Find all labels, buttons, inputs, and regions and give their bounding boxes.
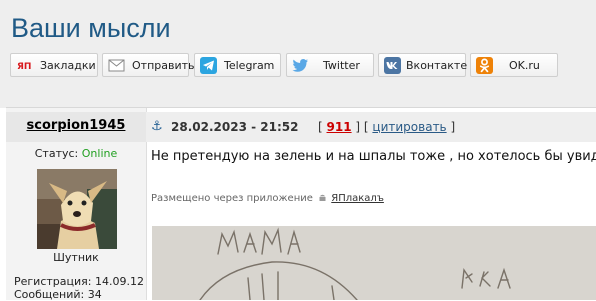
post-text: Не претендую на зелень и на шпалы тоже ,… (151, 149, 596, 164)
post-date: 28.02.2023 - 21:52 (171, 120, 299, 134)
bracket: ] (450, 120, 456, 134)
share-vk-button[interactable]: Вконтакте (378, 53, 468, 77)
bracket: ] [ (355, 120, 369, 134)
share-label: Отправить (132, 58, 195, 72)
share-label: Twitter (323, 58, 360, 72)
vk-icon (384, 56, 401, 74)
author-username-link[interactable]: scorpion1945 (6, 118, 146, 133)
share-send-button[interactable]: Отправить (102, 53, 195, 77)
share-label: Вконтакте (406, 58, 468, 72)
via-prefix: Размещено через приложение (151, 193, 313, 204)
telegram-icon (200, 56, 217, 74)
share-telegram-button[interactable]: Telegram (194, 53, 281, 77)
author-status: Статус: Online (6, 147, 146, 160)
share-label: Закладки (40, 58, 96, 72)
ok-icon (476, 56, 493, 74)
rating-value-link[interactable]: 911 (327, 120, 352, 134)
yap-bookmark-icon: ЯП (16, 57, 33, 74)
post-image[interactable] (152, 226, 596, 300)
status-label: Статус: (34, 147, 79, 160)
registration-date: Регистрация: 14.09.12 (14, 275, 144, 288)
status-online: Online (81, 147, 118, 160)
anchor-icon[interactable]: ⚓ (151, 119, 163, 134)
post-rating-bar: [ 911 ] [ цитировать ] (318, 120, 455, 134)
avatar[interactable] (37, 169, 117, 249)
quote-link[interactable]: цитировать (372, 120, 446, 134)
app-link[interactable]: ЯПлакалъ (331, 193, 384, 204)
share-label: Telegram (224, 58, 275, 72)
twitter-icon (292, 57, 309, 74)
message-count: Сообщений: 34 (14, 288, 102, 301)
share-twitter-button[interactable]: Twitter (286, 53, 374, 77)
share-ok-button[interactable]: OK.ru (470, 53, 558, 77)
share-label: OK.ru (509, 58, 540, 72)
svg-text:ЯП: ЯП (17, 62, 31, 72)
share-bookmarks-button[interactable]: ЯП Закладки (10, 53, 98, 77)
envelope-icon (108, 57, 125, 74)
author-stats: Регистрация: 14.09.12 Сообщений: 34 (14, 275, 144, 301)
bracket: [ (318, 120, 323, 134)
android-icon (318, 193, 327, 206)
page-title: Ваши мысли (11, 13, 171, 43)
posted-via: Размещено через приложение ЯПлакалъ (151, 193, 384, 206)
avatar-caption: Шутник (53, 251, 99, 264)
